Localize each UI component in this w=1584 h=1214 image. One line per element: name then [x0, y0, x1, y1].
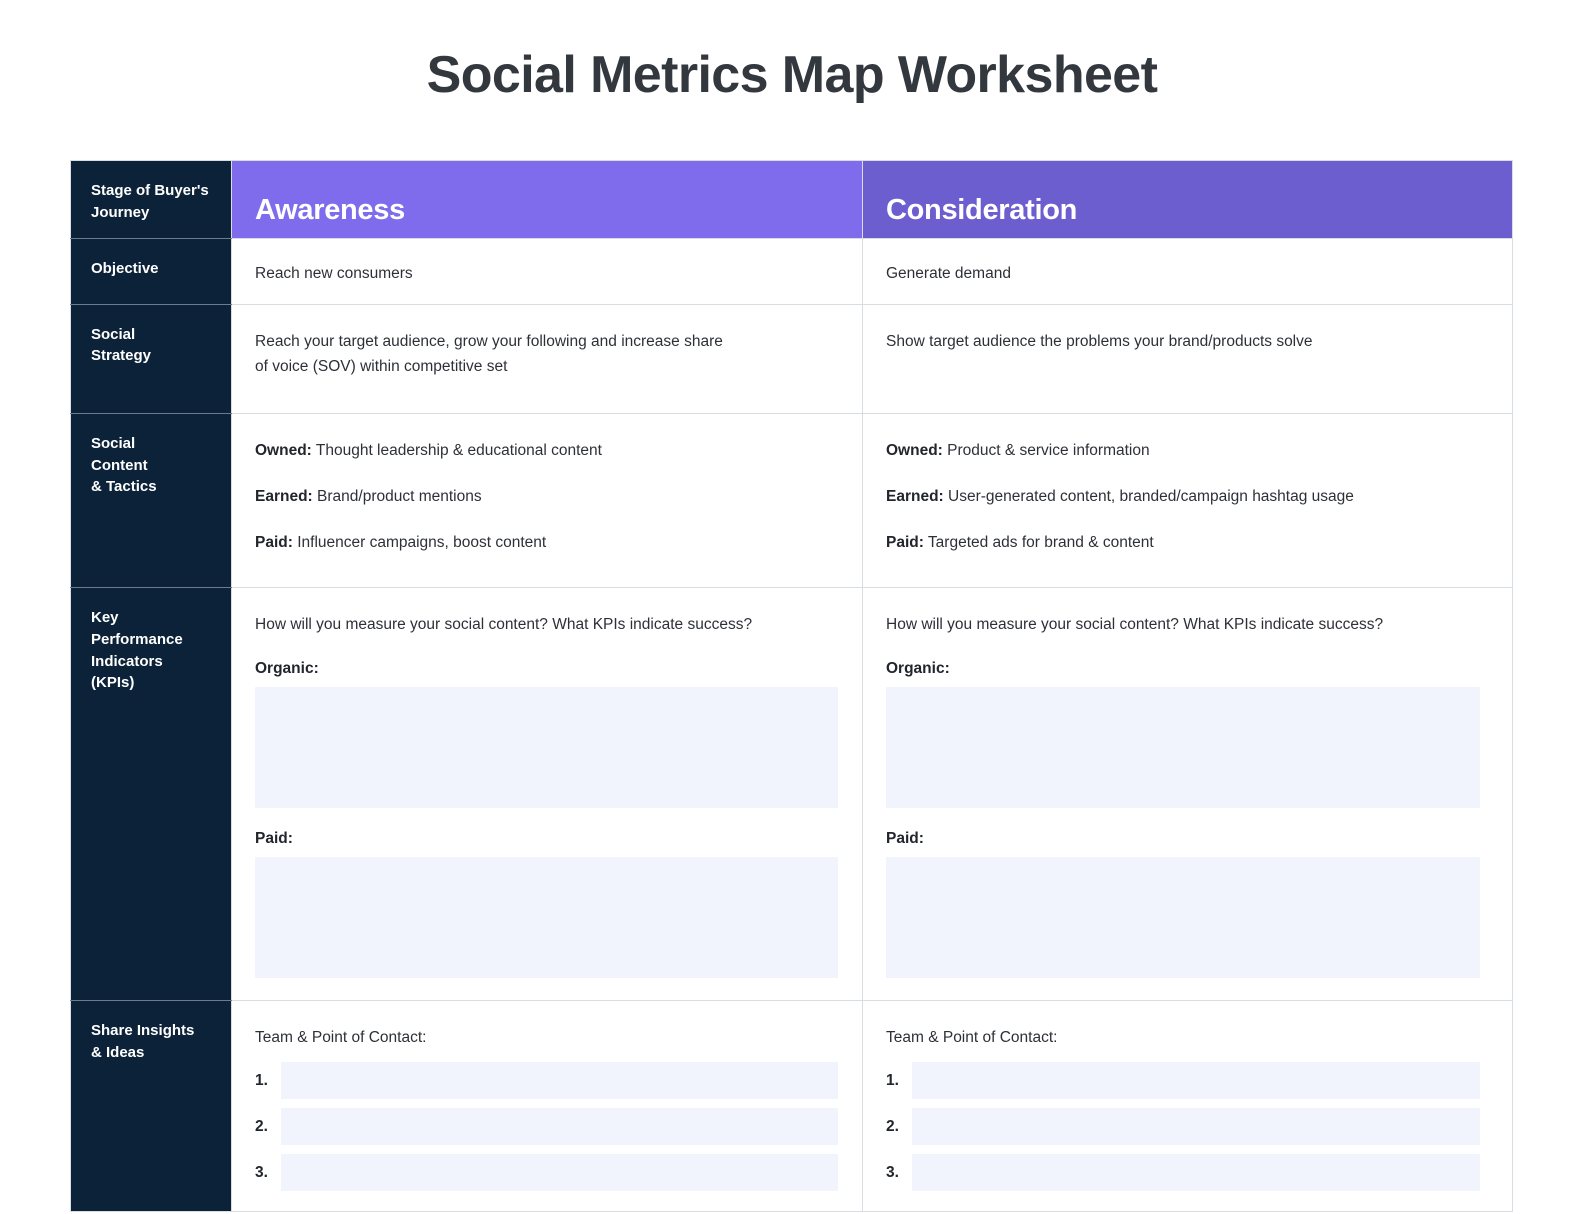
contact-input-3-consideration[interactable]: [912, 1153, 1480, 1191]
cell-kpi-awareness: How will you measure your social content…: [231, 587, 863, 1002]
cell-tactics-consideration: Owned: Product & service information Ear…: [862, 413, 1513, 589]
tactic-owned-label-awareness: Owned:: [255, 441, 312, 459]
kpi-organic-label-consideration: Organic:: [886, 660, 950, 678]
tactic-owned-text-consideration: Product & service information: [942, 441, 1150, 459]
contact-input-1-consideration[interactable]: [912, 1061, 1480, 1099]
tactic-paid-awareness: Paid: Influencer campaigns, boost conten…: [255, 530, 838, 555]
list-number-3-consideration: 3.: [886, 1163, 899, 1181]
list-number-1-awareness: 1.: [255, 1071, 268, 1089]
worksheet-page: Social Metrics Map Worksheet Stage of Bu…: [0, 0, 1584, 1214]
kpi-paid-input-awareness[interactable]: [255, 857, 838, 979]
objective-text-consideration: Generate demand: [886, 264, 1011, 282]
contact-input-3-awareness[interactable]: [281, 1153, 838, 1191]
cell-kpi-consideration: How will you measure your social content…: [862, 587, 1513, 1002]
row-label-kpi-line1: Key: [91, 609, 119, 627]
contact-input-2-consideration[interactable]: [912, 1107, 1480, 1145]
cell-share-consideration: Team & Point of Contact: 1. 2. 3.: [862, 1000, 1513, 1212]
tactic-earned-consideration: Earned: User-generated content, branded/…: [886, 484, 1488, 509]
tactic-earned-label-awareness: Earned:: [255, 487, 313, 505]
row-label-stage-line2: Journey: [91, 203, 150, 221]
row-label-strategy: Social Strategy: [70, 304, 232, 414]
kpi-organic-label-awareness: Organic:: [255, 660, 319, 678]
contact-label-awareness: Team & Point of Contact:: [255, 1029, 427, 1047]
contact-label-consideration: Team & Point of Contact:: [886, 1029, 1058, 1047]
row-label-share-line2: & Ideas: [91, 1044, 145, 1062]
table-row-kpi: Key Performance Indicators (KPIs) How wi…: [70, 587, 1513, 1002]
kpi-paid-input-consideration[interactable]: [886, 857, 1480, 979]
tactic-earned-text-awareness: Brand/product mentions: [312, 487, 482, 505]
cell-tactics-awareness: Owned: Thought leadership & educational …: [231, 413, 863, 589]
tactic-paid-consideration: Paid: Targeted ads for brand & content: [886, 530, 1488, 555]
column-header-awareness: Awareness: [231, 160, 863, 239]
row-label-kpi-line4: (KPIs): [91, 674, 135, 692]
row-label-kpi-line3: Indicators: [91, 652, 163, 670]
table-row-objective: Objective Reach new consumers Generate d…: [70, 238, 1513, 305]
tactic-earned-awareness: Earned: Brand/product mentions: [255, 484, 838, 509]
tactic-earned-label-consideration: Earned:: [886, 487, 944, 505]
cell-objective-awareness: Reach new consumers: [231, 238, 863, 305]
cell-share-awareness: Team & Point of Contact: 1. 2. 3.: [231, 1000, 863, 1212]
row-label-share: Share Insights & Ideas: [70, 1000, 232, 1212]
tactic-paid-label-consideration: Paid:: [886, 534, 924, 552]
table-row-strategy: Social Strategy Reach your target audien…: [70, 304, 1513, 414]
cell-objective-consideration: Generate demand: [862, 238, 1513, 305]
list-item: 3.: [886, 1153, 1480, 1191]
list-item: 1.: [886, 1061, 1480, 1099]
kpi-question-awareness: How will you measure your social content…: [255, 616, 753, 634]
list-item: 1.: [255, 1061, 838, 1099]
row-label-objective: Objective: [70, 238, 232, 305]
page-title: Social Metrics Map Worksheet: [426, 46, 1158, 104]
table-row-stage: Stage of Buyer's Journey Awareness Consi…: [70, 160, 1513, 239]
row-label-kpi: Key Performance Indicators (KPIs): [70, 587, 232, 1002]
strategy-text-awareness-line1: Reach your target audience, grow your fo…: [255, 332, 723, 350]
contact-input-1-awareness[interactable]: [281, 1061, 838, 1099]
cell-strategy-awareness: Reach your target audience, grow your fo…: [231, 304, 863, 414]
tactic-paid-label-awareness: Paid:: [255, 534, 293, 552]
list-number-3-awareness: 3.: [255, 1163, 268, 1181]
row-label-tactics-line1: Social: [91, 434, 136, 452]
strategy-text-consideration-line1: Show target audience the problems your b…: [886, 332, 1313, 350]
tactic-earned-text-consideration: User-generated content, branded/campaign…: [943, 487, 1354, 505]
list-item: 2.: [886, 1107, 1480, 1145]
kpi-paid-label-consideration: Paid:: [886, 830, 924, 848]
cell-strategy-consideration: Show target audience the problems your b…: [862, 304, 1513, 414]
kpi-organic-input-awareness[interactable]: [255, 687, 838, 809]
row-label-stage-line1: Stage of Buyer's: [91, 182, 209, 199]
column-header-consideration: Consideration: [862, 160, 1513, 239]
tactic-owned-consideration: Owned: Product & service information: [886, 438, 1488, 463]
tactic-owned-label-consideration: Owned:: [886, 441, 943, 459]
row-label-tactics-line3: & Tactics: [91, 478, 157, 496]
tactic-paid-text-consideration: Targeted ads for brand & content: [923, 534, 1154, 552]
table-row-tactics: Social Content & Tactics Owned: Thought …: [70, 413, 1513, 589]
kpi-organic-input-consideration[interactable]: [886, 687, 1480, 809]
row-label-strategy-line2: Strategy: [91, 347, 152, 365]
row-label-tactics: Social Content & Tactics: [70, 413, 232, 589]
row-label-strategy-line1: Social: [91, 325, 136, 343]
list-item: 3.: [255, 1153, 838, 1191]
table-row-share: Share Insights & Ideas Team & Point of C…: [70, 1000, 1513, 1212]
row-label-share-line1: Share Insights: [91, 1022, 195, 1040]
list-number-2-awareness: 2.: [255, 1117, 268, 1135]
metrics-map-table: Stage of Buyer's Journey Awareness Consi…: [70, 160, 1513, 1212]
row-label-kpi-line2: Performance: [91, 630, 183, 648]
kpi-question-consideration: How will you measure your social content…: [886, 616, 1384, 634]
contact-input-2-awareness[interactable]: [281, 1107, 838, 1145]
tactic-owned-awareness: Owned: Thought leadership & educational …: [255, 438, 838, 463]
list-item: 2.: [255, 1107, 838, 1145]
objective-text-awareness: Reach new consumers: [255, 264, 413, 282]
row-label-objective-text: Objective: [91, 259, 159, 277]
tactic-owned-text-awareness: Thought leadership & educational content: [311, 441, 602, 459]
list-number-1-consideration: 1.: [886, 1071, 899, 1089]
list-number-2-consideration: 2.: [886, 1117, 899, 1135]
strategy-text-awareness-line2: of voice (SOV) within competitive set: [255, 357, 508, 375]
row-label-tactics-line2: Content: [91, 456, 148, 474]
row-label-stage: Stage of Buyer's Journey: [70, 160, 232, 239]
tactic-paid-text-awareness: Influencer campaigns, boost content: [292, 534, 547, 552]
kpi-paid-label-awareness: Paid:: [255, 830, 293, 848]
